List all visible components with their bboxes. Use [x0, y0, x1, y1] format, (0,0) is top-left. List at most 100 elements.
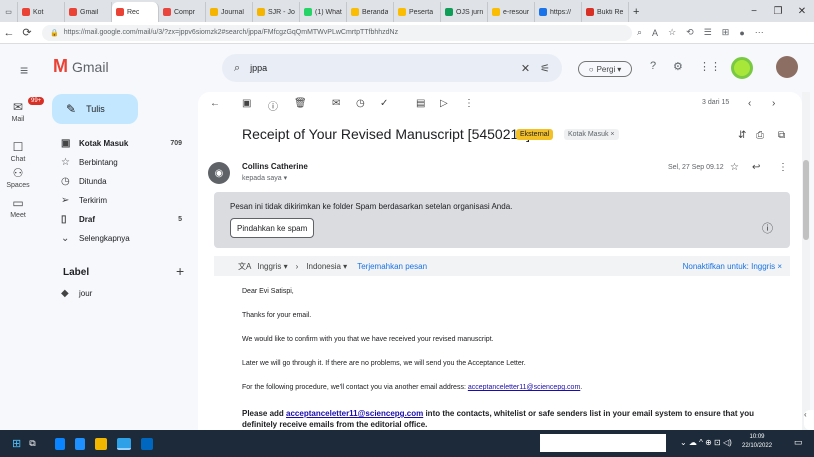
- print-icon[interactable]: ⎙: [756, 130, 764, 141]
- label-icon[interactable]: ▷: [440, 98, 448, 109]
- favorite-icon[interactable]: ☆: [668, 27, 676, 38]
- taskbar-app-explorer[interactable]: [54, 437, 65, 450]
- rail-item-meet[interactable]: ▭ Meet: [0, 196, 36, 219]
- disable-translate-link[interactable]: Nonaktifkan untuk: Inggris ×: [683, 262, 790, 271]
- sidebar-item-label: Kotak Masuk: [79, 138, 129, 148]
- apps-grid-icon[interactable]: ⋮⋮: [699, 60, 721, 73]
- move-to-spam-button[interactable]: Pindahkan ke spam: [230, 218, 315, 238]
- notifications-icon[interactable]: ▭: [794, 437, 803, 448]
- browser-tab[interactable]: Bukti Re: [582, 2, 629, 22]
- target-language-dropdown[interactable]: Indonesia ▾: [306, 262, 347, 271]
- open-new-window-icon[interactable]: ⧉: [778, 130, 785, 141]
- browser-tab[interactable]: Beranda: [347, 2, 394, 22]
- please-add-email-link[interactable]: acceptanceletter11@sciencepg.com: [286, 409, 423, 418]
- browser-tab[interactable]: e-resour: [488, 2, 535, 22]
- avatar[interactable]: [776, 56, 798, 78]
- refresh-extension-icon[interactable]: ⟲: [686, 27, 694, 38]
- sidebar-item-berbintang[interactable]: ☆ Berbintang: [52, 153, 188, 171]
- move-to-icon[interactable]: ▤: [416, 98, 425, 109]
- profile-icon[interactable]: ●: [739, 28, 744, 38]
- taskbar-app-store[interactable]: [140, 437, 153, 450]
- taskbar-search-box[interactable]: [540, 434, 666, 452]
- url-field[interactable]: 🔒 https://mail.google.com/mail/u/3/?zx=j…: [42, 24, 632, 41]
- browser-tab[interactable]: Journal: [206, 2, 253, 22]
- browser-tab[interactable]: https://: [535, 2, 582, 22]
- snooze-icon[interactable]: ◷: [356, 98, 365, 109]
- sidebar-item-kotak-masuk[interactable]: ▣ Kotak Masuk 709: [52, 134, 188, 152]
- star-icon[interactable]: ☆: [730, 162, 739, 173]
- delete-icon[interactable]: 🗑: [294, 98, 307, 109]
- account-status-icon[interactable]: [731, 57, 753, 79]
- sender-name[interactable]: Collins Catherine: [242, 162, 308, 171]
- recipient-details[interactable]: kepada saya ▾: [242, 174, 287, 182]
- message-subject: Receipt of Your Revised Manuscript [5450…: [242, 126, 530, 142]
- scrollbar-track[interactable]: [802, 92, 810, 430]
- browser-tab[interactable]: OJS jurn: [441, 2, 488, 22]
- read-aloud-icon[interactable]: A: [652, 28, 658, 38]
- search-bar[interactable]: ⌕ jppa ✕ ⚟: [222, 54, 562, 82]
- close-window-button[interactable]: ✕: [790, 6, 814, 17]
- browser-tab[interactable]: Compr: [159, 2, 206, 22]
- more-menu-icon[interactable]: ⋯: [755, 27, 764, 38]
- browser-tab[interactable]: Kot: [18, 2, 65, 22]
- sidebar-item-draf[interactable]: ▯ Draf 5: [52, 210, 188, 228]
- browser-tab[interactable]: Gmail: [65, 2, 112, 22]
- source-language-dropdown[interactable]: Inggris ▾: [257, 262, 287, 271]
- search-icon[interactable]: ⌕: [234, 62, 240, 75]
- collections-icon[interactable]: ⊞: [722, 27, 730, 38]
- task-view-icon[interactable]: ⧉: [29, 438, 35, 449]
- scrollbar-thumb[interactable]: [803, 160, 809, 240]
- search-options-icon[interactable]: ⚟: [540, 62, 550, 75]
- taskbar-app-mail[interactable]: [74, 437, 85, 450]
- browser-tab[interactable]: (1) What: [300, 2, 347, 22]
- new-tab-button[interactable]: +: [629, 2, 643, 22]
- archive-icon[interactable]: ▣: [242, 98, 251, 109]
- restore-button[interactable]: ❐: [766, 6, 790, 17]
- browser-tab[interactable]: Peserta: [394, 2, 441, 22]
- sidebar-item-selengkapnya[interactable]: ⌄ Selengkapnya: [52, 229, 188, 247]
- newer-icon[interactable]: ‹: [748, 98, 751, 109]
- back-button[interactable]: ←: [0, 27, 18, 39]
- search-page-icon[interactable]: ⌕: [637, 27, 642, 38]
- collapse-all-icon[interactable]: ⇵: [738, 130, 746, 141]
- back-to-list-icon[interactable]: ←: [210, 98, 220, 109]
- gmail-logo[interactable]: M Gmail: [53, 56, 109, 77]
- tab-list-button[interactable]: ▭: [0, 2, 18, 22]
- search-input[interactable]: jppa: [250, 63, 267, 73]
- add-task-icon[interactable]: ✓: [380, 98, 388, 109]
- help-icon[interactable]: ?: [650, 60, 656, 72]
- rail-item-chat[interactable]: ☐ Chat: [0, 140, 36, 163]
- older-icon[interactable]: ›: [772, 98, 775, 109]
- translate-message-link[interactable]: Terjemahkan pesan: [357, 262, 427, 271]
- favorites-bar-icon[interactable]: ☰: [704, 27, 712, 38]
- message-more-icon[interactable]: ⋮: [778, 162, 788, 173]
- main-menu-icon[interactable]: ≡: [20, 62, 28, 78]
- browser-tab[interactable]: Rec: [112, 2, 159, 22]
- add-label-icon[interactable]: +: [176, 263, 184, 279]
- minimize-button[interactable]: −: [742, 6, 766, 17]
- taskbar-app-edge[interactable]: [116, 437, 131, 450]
- clear-search-icon[interactable]: ✕: [521, 62, 530, 75]
- label-item-jour[interactable]: ◆ jour: [52, 284, 188, 302]
- rail-item-spaces[interactable]: ⚇ Spaces: [0, 166, 36, 189]
- compose-button[interactable]: ✎ Tulis: [52, 94, 138, 124]
- taskbar-app-folder[interactable]: [94, 437, 107, 450]
- more-options-icon[interactable]: ⋮: [464, 98, 474, 109]
- system-tray[interactable]: ⌄ ☁ ^ ⊕ ⊡ ◁): [680, 438, 732, 447]
- sender-avatar[interactable]: ◉: [208, 162, 230, 184]
- sidebar-item-terkirim[interactable]: ➢ Terkirim: [52, 191, 188, 209]
- reply-icon[interactable]: ↩: [752, 162, 760, 173]
- side-panel-toggle-icon[interactable]: ‹: [804, 410, 814, 430]
- procedure-email-link[interactable]: acceptanceletter11@sciencepg.com: [468, 384, 580, 391]
- taskbar-clock[interactable]: 10:09 22/10/2022: [742, 433, 772, 451]
- sidebar-item-ditunda[interactable]: ◷ Ditunda: [52, 172, 188, 190]
- inbox-label-chip[interactable]: Kotak Masuk ×: [564, 129, 619, 140]
- report-spam-icon[interactable]: ⓘ: [268, 98, 278, 113]
- browser-tab[interactable]: SJR - Jou: [253, 2, 300, 22]
- info-icon[interactable]: ⓘ: [762, 220, 773, 236]
- settings-icon[interactable]: ⚙: [673, 60, 683, 73]
- windows-start-icon[interactable]: ⊞: [12, 437, 21, 450]
- mark-unread-icon[interactable]: ✉: [332, 98, 340, 109]
- status-dropdown[interactable]: ○ Pergi ▾: [578, 61, 632, 77]
- reload-button[interactable]: ⟳: [18, 26, 36, 39]
